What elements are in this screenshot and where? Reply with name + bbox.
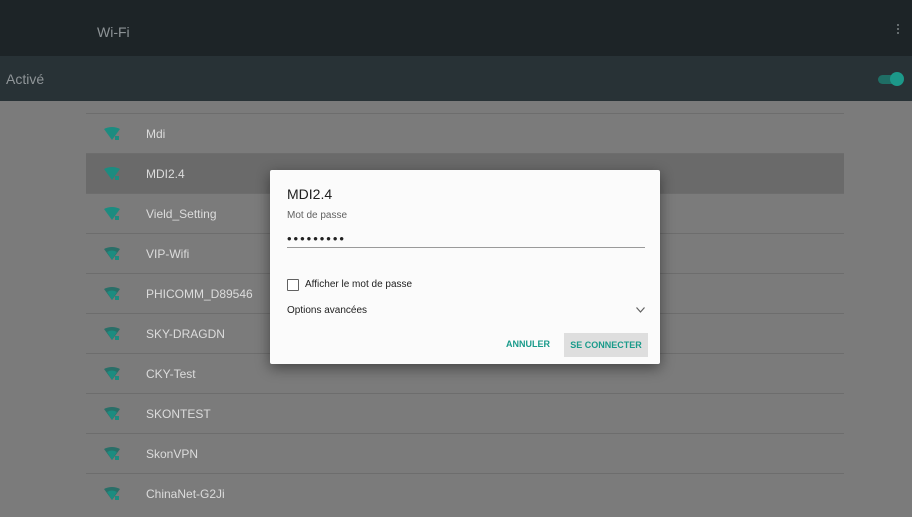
wifi-switch-bar[interactable]: Activé xyxy=(0,56,912,101)
network-ssid: Vield_Setting xyxy=(146,207,217,221)
wifi-locked-icon xyxy=(104,207,120,220)
password-label: Mot de passe xyxy=(287,210,348,221)
cancel-button[interactable]: ANNULER xyxy=(502,333,554,355)
network-ssid: Mdi xyxy=(146,127,166,141)
advanced-options[interactable]: Options avancées xyxy=(287,305,645,319)
network-row[interactable]: SkonVPN xyxy=(86,433,844,473)
network-ssid: ChinaNet-G2Ji xyxy=(146,487,225,501)
wifi-locked-icon xyxy=(104,487,120,500)
wifi-locked-icon xyxy=(104,287,120,300)
network-ssid: SKONTEST xyxy=(146,407,211,421)
network-ssid: CKY-Test xyxy=(146,367,196,381)
connect-button[interactable]: SE CONNECTER xyxy=(564,333,648,357)
network-ssid: VIP-Wifi xyxy=(146,247,190,261)
wifi-locked-icon xyxy=(104,167,120,180)
advanced-options-label: Options avancées xyxy=(287,305,368,316)
wifi-locked-icon xyxy=(104,247,120,260)
connect-dialog: MDI2.4 Mot de passe Afficher le mot de p… xyxy=(270,170,660,364)
network-ssid: MDI2.4 xyxy=(146,167,185,181)
page-title: Wi-Fi xyxy=(97,24,130,40)
wifi-locked-icon xyxy=(104,127,120,140)
password-input[interactable] xyxy=(287,230,645,248)
wifi-toggle[interactable] xyxy=(878,72,904,86)
wifi-switch-label: Activé xyxy=(6,71,45,87)
wifi-locked-icon xyxy=(104,407,120,420)
app-bar: Wi-Fi xyxy=(0,0,912,56)
wifi-locked-icon xyxy=(104,447,120,460)
more-vert-icon[interactable] xyxy=(894,24,902,38)
network-ssid: PHICOMM_D89546 xyxy=(146,287,253,301)
wifi-locked-icon xyxy=(104,327,120,340)
network-ssid: SKY-DRAGDN xyxy=(146,327,225,341)
toggle-thumb xyxy=(890,72,904,86)
network-ssid: SkonVPN xyxy=(146,447,199,461)
network-row[interactable]: SKONTEST xyxy=(86,393,844,433)
wifi-locked-icon xyxy=(104,367,120,380)
dialog-title: MDI2.4 xyxy=(287,186,333,202)
network-row[interactable]: Mdi xyxy=(86,113,844,153)
show-password-checkbox[interactable] xyxy=(287,279,299,291)
network-row[interactable]: ChinaNet-G2Ji xyxy=(86,473,844,513)
show-password-label: Afficher le mot de passe xyxy=(305,279,413,290)
chevron-down-icon[interactable] xyxy=(636,307,645,313)
